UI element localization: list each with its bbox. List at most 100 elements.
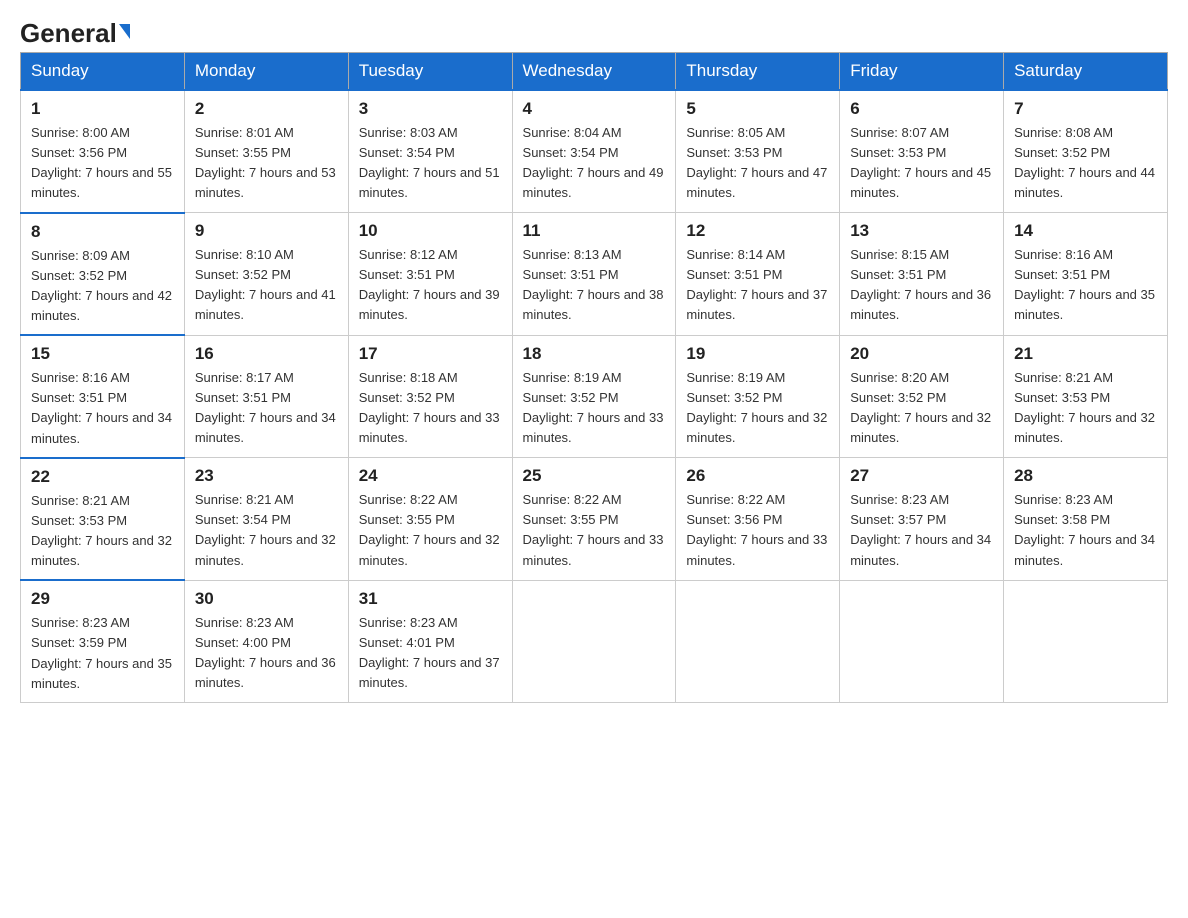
day-info: Sunrise: 8:17 AMSunset: 3:51 PMDaylight:… bbox=[195, 368, 338, 449]
day-number: 1 bbox=[31, 99, 174, 119]
day-number: 16 bbox=[195, 344, 338, 364]
day-number: 27 bbox=[850, 466, 993, 486]
calendar-day-30: 30 Sunrise: 8:23 AMSunset: 4:00 PMDayligh… bbox=[184, 580, 348, 702]
calendar-empty bbox=[512, 580, 676, 702]
day-number: 15 bbox=[31, 344, 174, 364]
day-info: Sunrise: 8:23 AMSunset: 3:59 PMDaylight:… bbox=[31, 613, 174, 694]
calendar-week-5: 29 Sunrise: 8:23 AMSunset: 3:59 PMDayligh… bbox=[21, 580, 1168, 702]
calendar-day-9: 9 Sunrise: 8:10 AMSunset: 3:52 PMDaylight… bbox=[184, 213, 348, 336]
calendar-week-1: 1 Sunrise: 8:00 AMSunset: 3:56 PMDaylight… bbox=[21, 90, 1168, 213]
day-info: Sunrise: 8:23 AMSunset: 4:00 PMDaylight:… bbox=[195, 613, 338, 694]
day-number: 8 bbox=[31, 222, 174, 242]
day-number: 24 bbox=[359, 466, 502, 486]
day-info: Sunrise: 8:21 AMSunset: 3:53 PMDaylight:… bbox=[31, 491, 174, 572]
calendar-day-7: 7 Sunrise: 8:08 AMSunset: 3:52 PMDaylight… bbox=[1004, 90, 1168, 213]
calendar-day-18: 18 Sunrise: 8:19 AMSunset: 3:52 PMDayligh… bbox=[512, 335, 676, 458]
day-info: Sunrise: 8:04 AMSunset: 3:54 PMDaylight:… bbox=[523, 123, 666, 204]
day-info: Sunrise: 8:23 AMSunset: 4:01 PMDaylight:… bbox=[359, 613, 502, 694]
day-number: 19 bbox=[686, 344, 829, 364]
day-info: Sunrise: 8:22 AMSunset: 3:55 PMDaylight:… bbox=[523, 490, 666, 571]
day-number: 21 bbox=[1014, 344, 1157, 364]
day-number: 28 bbox=[1014, 466, 1157, 486]
calendar-day-13: 13Sunrise: 8:15 AMSunset: 3:51 PMDayligh… bbox=[840, 213, 1004, 336]
calendar-day-3: 3 Sunrise: 8:03 AMSunset: 3:54 PMDaylight… bbox=[348, 90, 512, 213]
day-number: 3 bbox=[359, 99, 502, 119]
calendar-day-21: 21 Sunrise: 8:21 AMSunset: 3:53 PMDayligh… bbox=[1004, 335, 1168, 458]
logo-name: General bbox=[20, 20, 130, 46]
day-info: Sunrise: 8:10 AMSunset: 3:52 PMDaylight:… bbox=[195, 245, 338, 326]
column-header-monday: Monday bbox=[184, 53, 348, 91]
day-info: Sunrise: 8:16 AMSunset: 3:51 PMDaylight:… bbox=[31, 368, 174, 449]
day-number: 31 bbox=[359, 589, 502, 609]
calendar-day-1: 1 Sunrise: 8:00 AMSunset: 3:56 PMDaylight… bbox=[21, 90, 185, 213]
day-number: 5 bbox=[686, 99, 829, 119]
day-info: Sunrise: 8:21 AMSunset: 3:54 PMDaylight:… bbox=[195, 490, 338, 571]
day-number: 13 bbox=[850, 221, 993, 241]
calendar-day-25: 25 Sunrise: 8:22 AMSunset: 3:55 PMDayligh… bbox=[512, 458, 676, 581]
day-number: 9 bbox=[195, 221, 338, 241]
calendar-day-19: 19 Sunrise: 8:19 AMSunset: 3:52 PMDayligh… bbox=[676, 335, 840, 458]
day-number: 22 bbox=[31, 467, 174, 487]
calendar-header-row: SundayMondayTuesdayWednesdayThursdayFrid… bbox=[21, 53, 1168, 91]
day-info: Sunrise: 8:23 AMSunset: 3:57 PMDaylight:… bbox=[850, 490, 993, 571]
column-header-thursday: Thursday bbox=[676, 53, 840, 91]
day-info: Sunrise: 8:12 AMSunset: 3:51 PMDaylight:… bbox=[359, 245, 502, 326]
day-number: 17 bbox=[359, 344, 502, 364]
day-info: Sunrise: 8:19 AMSunset: 3:52 PMDaylight:… bbox=[686, 368, 829, 449]
column-header-wednesday: Wednesday bbox=[512, 53, 676, 91]
calendar-day-4: 4 Sunrise: 8:04 AMSunset: 3:54 PMDaylight… bbox=[512, 90, 676, 213]
day-info: Sunrise: 8:20 AMSunset: 3:52 PMDaylight:… bbox=[850, 368, 993, 449]
calendar-day-23: 23Sunrise: 8:21 AMSunset: 3:54 PMDayligh… bbox=[184, 458, 348, 581]
day-number: 7 bbox=[1014, 99, 1157, 119]
day-number: 2 bbox=[195, 99, 338, 119]
day-number: 26 bbox=[686, 466, 829, 486]
day-info: Sunrise: 8:19 AMSunset: 3:52 PMDaylight:… bbox=[523, 368, 666, 449]
day-info: Sunrise: 8:01 AMSunset: 3:55 PMDaylight:… bbox=[195, 123, 338, 204]
calendar-day-8: 8 Sunrise: 8:09 AMSunset: 3:52 PMDaylight… bbox=[21, 213, 185, 336]
day-number: 25 bbox=[523, 466, 666, 486]
calendar-day-17: 17 Sunrise: 8:18 AMSunset: 3:52 PMDayligh… bbox=[348, 335, 512, 458]
calendar-week-4: 22 Sunrise: 8:21 AMSunset: 3:53 PMDayligh… bbox=[21, 458, 1168, 581]
day-number: 20 bbox=[850, 344, 993, 364]
day-info: Sunrise: 8:03 AMSunset: 3:54 PMDaylight:… bbox=[359, 123, 502, 204]
calendar-empty bbox=[1004, 580, 1168, 702]
column-header-friday: Friday bbox=[840, 53, 1004, 91]
calendar-day-29: 29 Sunrise: 8:23 AMSunset: 3:59 PMDayligh… bbox=[21, 580, 185, 702]
day-number: 4 bbox=[523, 99, 666, 119]
calendar-week-2: 8 Sunrise: 8:09 AMSunset: 3:52 PMDaylight… bbox=[21, 213, 1168, 336]
calendar-day-5: 5Sunrise: 8:05 AMSunset: 3:53 PMDaylight… bbox=[676, 90, 840, 213]
calendar-empty bbox=[676, 580, 840, 702]
page-header: General bbox=[20, 20, 1168, 42]
logo: General bbox=[20, 20, 130, 42]
calendar-table: SundayMondayTuesdayWednesdayThursdayFrid… bbox=[20, 52, 1168, 703]
column-header-tuesday: Tuesday bbox=[348, 53, 512, 91]
day-info: Sunrise: 8:22 AMSunset: 3:55 PMDaylight:… bbox=[359, 490, 502, 571]
day-number: 12 bbox=[686, 221, 829, 241]
day-info: Sunrise: 8:22 AMSunset: 3:56 PMDaylight:… bbox=[686, 490, 829, 571]
day-info: Sunrise: 8:00 AMSunset: 3:56 PMDaylight:… bbox=[31, 123, 174, 204]
calendar-day-12: 12Sunrise: 8:14 AMSunset: 3:51 PMDayligh… bbox=[676, 213, 840, 336]
day-info: Sunrise: 8:21 AMSunset: 3:53 PMDaylight:… bbox=[1014, 368, 1157, 449]
calendar-week-3: 15 Sunrise: 8:16 AMSunset: 3:51 PMDayligh… bbox=[21, 335, 1168, 458]
calendar-day-14: 14 Sunrise: 8:16 AMSunset: 3:51 PMDayligh… bbox=[1004, 213, 1168, 336]
calendar-day-24: 24 Sunrise: 8:22 AMSunset: 3:55 PMDayligh… bbox=[348, 458, 512, 581]
calendar-day-10: 10Sunrise: 8:12 AMSunset: 3:51 PMDayligh… bbox=[348, 213, 512, 336]
day-info: Sunrise: 8:16 AMSunset: 3:51 PMDaylight:… bbox=[1014, 245, 1157, 326]
day-info: Sunrise: 8:18 AMSunset: 3:52 PMDaylight:… bbox=[359, 368, 502, 449]
calendar-day-15: 15 Sunrise: 8:16 AMSunset: 3:51 PMDayligh… bbox=[21, 335, 185, 458]
calendar-day-27: 27 Sunrise: 8:23 AMSunset: 3:57 PMDayligh… bbox=[840, 458, 1004, 581]
day-number: 14 bbox=[1014, 221, 1157, 241]
day-info: Sunrise: 8:23 AMSunset: 3:58 PMDaylight:… bbox=[1014, 490, 1157, 571]
calendar-day-6: 6Sunrise: 8:07 AMSunset: 3:53 PMDaylight… bbox=[840, 90, 1004, 213]
calendar-empty bbox=[840, 580, 1004, 702]
calendar-day-28: 28 Sunrise: 8:23 AMSunset: 3:58 PMDayligh… bbox=[1004, 458, 1168, 581]
day-number: 30 bbox=[195, 589, 338, 609]
day-number: 29 bbox=[31, 589, 174, 609]
day-number: 18 bbox=[523, 344, 666, 364]
calendar-day-11: 11Sunrise: 8:13 AMSunset: 3:51 PMDayligh… bbox=[512, 213, 676, 336]
day-info: Sunrise: 8:13 AMSunset: 3:51 PMDaylight:… bbox=[523, 245, 666, 326]
calendar-day-26: 26 Sunrise: 8:22 AMSunset: 3:56 PMDayligh… bbox=[676, 458, 840, 581]
day-info: Sunrise: 8:09 AMSunset: 3:52 PMDaylight:… bbox=[31, 246, 174, 327]
day-info: Sunrise: 8:08 AMSunset: 3:52 PMDaylight:… bbox=[1014, 123, 1157, 204]
calendar-day-20: 20 Sunrise: 8:20 AMSunset: 3:52 PMDayligh… bbox=[840, 335, 1004, 458]
